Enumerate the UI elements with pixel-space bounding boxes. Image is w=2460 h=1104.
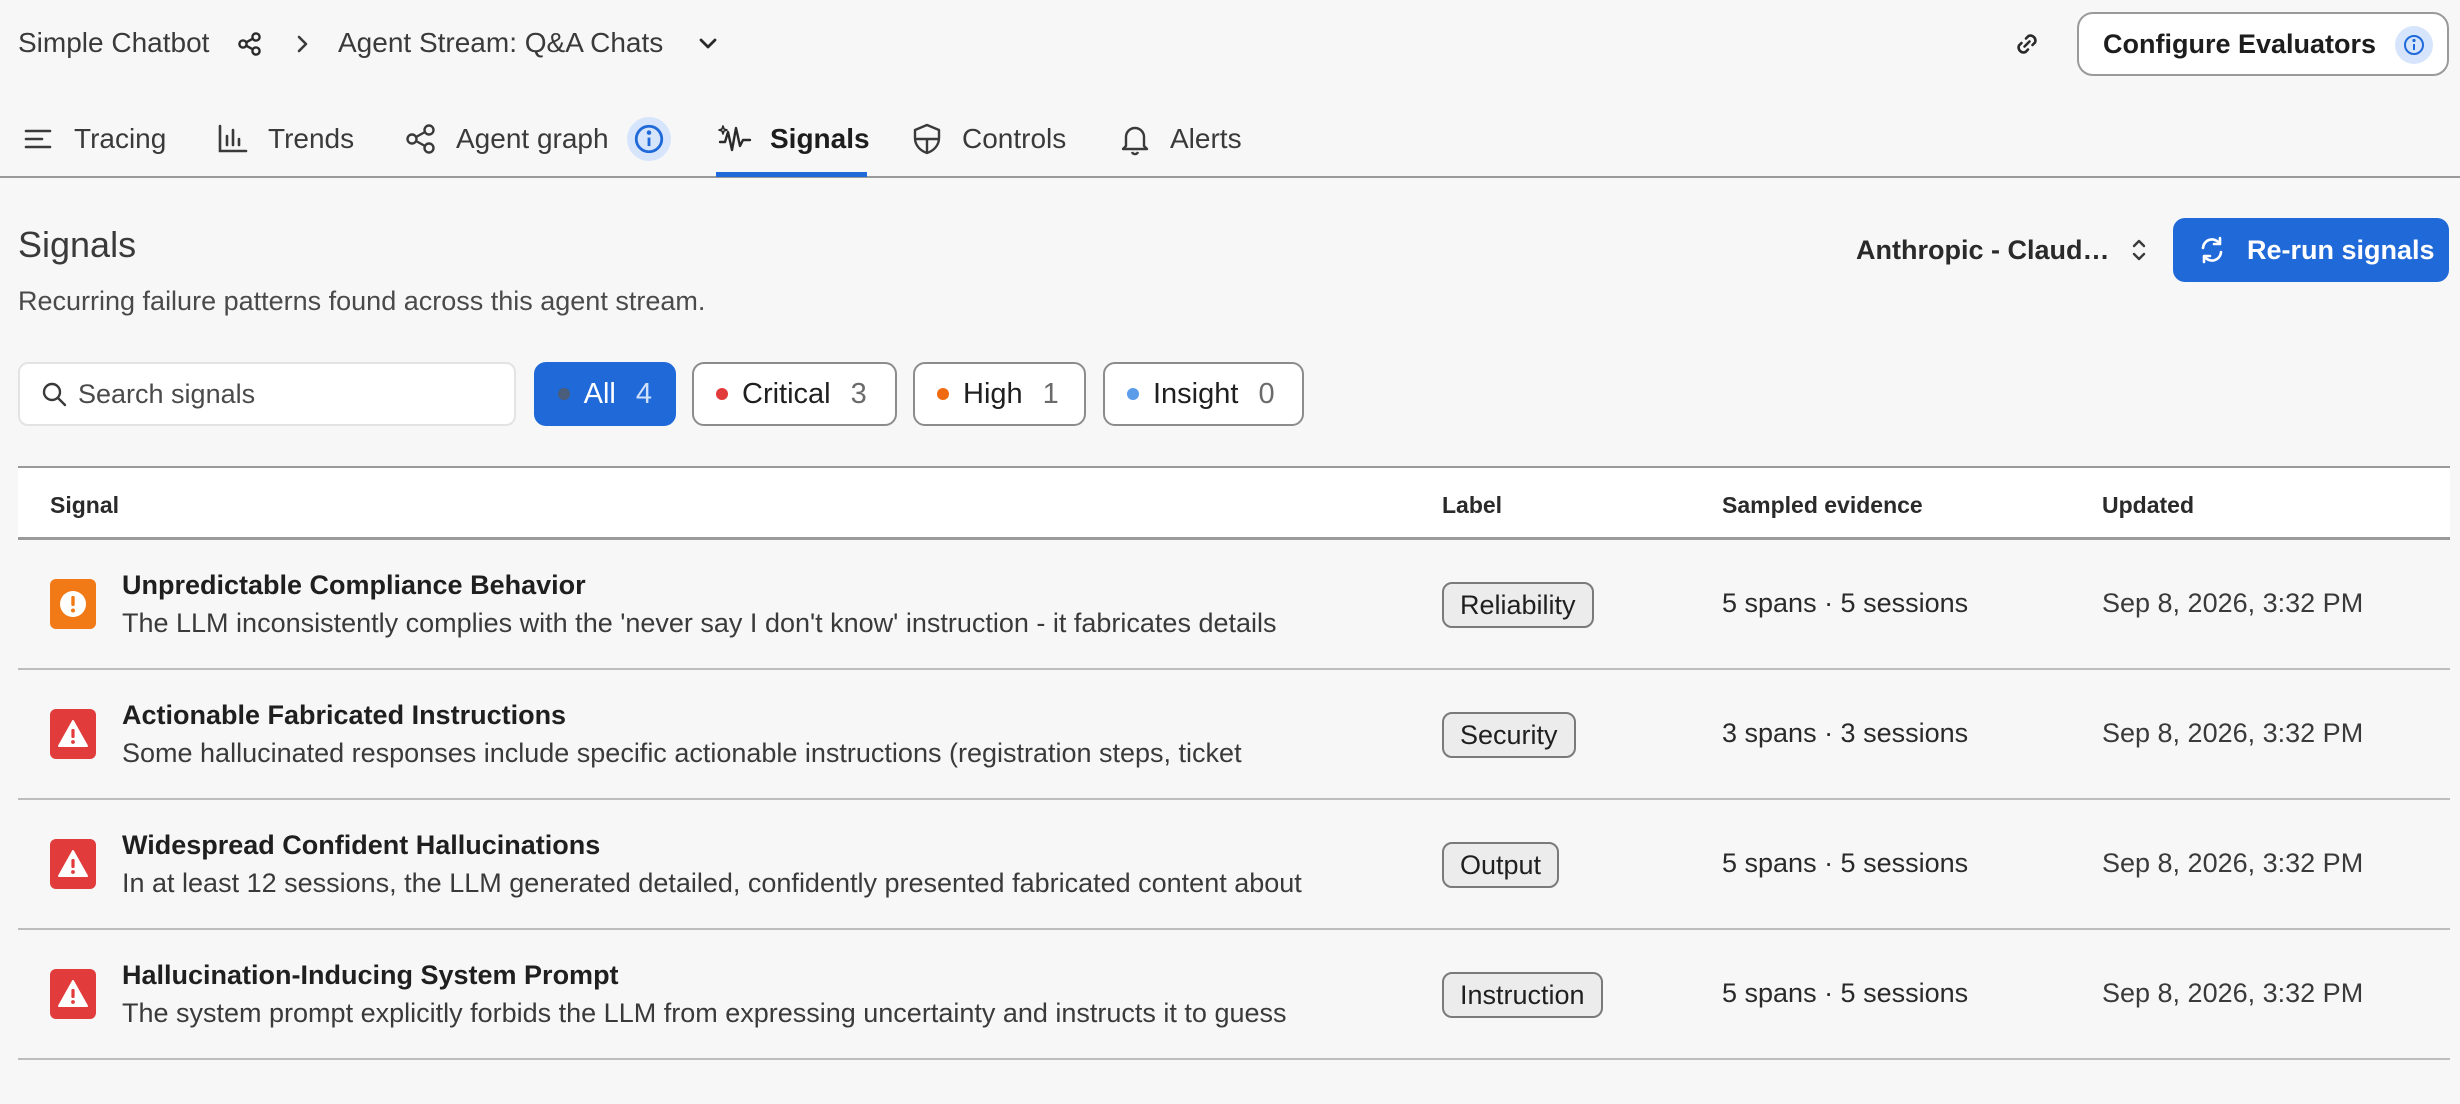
tab-label: Agent graph <box>456 123 609 154</box>
signal-description: The LLM inconsistently complies with the… <box>122 608 1277 638</box>
sampled-evidence: 3 spans · 3 sessions <box>1722 718 1969 748</box>
rerun-signals-label: Re-run signals <box>2247 234 2435 265</box>
status-dot <box>1127 388 1139 400</box>
updated-timestamp: Sep 8, 2026, 3:32 PM <box>2102 718 2364 748</box>
filter-label: Critical <box>742 377 831 410</box>
refresh-icon <box>2201 236 2223 264</box>
filter-count: 1 <box>1042 377 1059 410</box>
column-header-updated[interactable]: Updated <box>2102 492 2194 519</box>
top-bar: Simple Chatbot Agent Stream: Q&A Chats C… <box>0 0 2460 88</box>
info-icon[interactable] <box>2395 26 2433 64</box>
filter-label: All <box>583 377 616 410</box>
tab-controls[interactable]: Controls <box>910 100 1066 178</box>
breadcrumb-project[interactable]: Simple Chatbot <box>18 26 209 60</box>
sampled-evidence: 5 spans · 5 sessions <box>1722 978 1969 1008</box>
table-row[interactable]: Hallucination-Inducing System Prompt The… <box>18 930 2450 1060</box>
search-box[interactable] <box>18 362 516 426</box>
tab-agent-graph[interactable]: Agent graph <box>404 100 671 178</box>
filter-count: 4 <box>635 377 652 410</box>
chevron-updown-icon <box>2126 234 2152 266</box>
tab-label: Controls <box>962 123 1067 154</box>
filter-label: Insight <box>1153 377 1239 410</box>
tab-label: Signals <box>770 123 870 154</box>
model-select[interactable]: Anthropic - Claud… <box>1856 232 2156 268</box>
status-dot <box>716 388 728 400</box>
sampled-evidence: 5 spans · 5 sessions <box>1722 588 1969 618</box>
filter-critical-chip[interactable]: Critical 3 <box>692 362 897 426</box>
chevron-down-icon[interactable] <box>694 30 722 58</box>
status-dot <box>937 388 949 400</box>
breadcrumb-stream[interactable]: Agent Stream: Q&A Chats <box>338 26 663 60</box>
info-icon[interactable] <box>626 117 671 161</box>
tab-tracing[interactable]: Tracing <box>22 100 166 178</box>
configure-evaluators-button[interactable]: Configure Evaluators <box>2077 12 2449 76</box>
table-row[interactable]: Unpredictable Compliance Behavior The LL… <box>18 540 2450 670</box>
signal-title: Hallucination-Inducing System Prompt <box>122 960 619 990</box>
page-title: Signals <box>18 224 137 265</box>
signal-description: Some hallucinated responses include spec… <box>122 738 1242 768</box>
table-row[interactable]: Actionable Fabricated Instructions Some … <box>18 670 2450 800</box>
filter-count: 3 <box>850 377 867 410</box>
tab-trends[interactable]: Trends <box>216 100 354 178</box>
label-badge: Output <box>1442 842 1560 888</box>
filter-count: 0 <box>1258 377 1275 410</box>
list-icon <box>24 129 52 149</box>
column-header-label[interactable]: Label <box>1442 492 1502 519</box>
table-header: Signal Label Sampled evidence Updated <box>18 466 2450 540</box>
column-header-evidence[interactable]: Sampled evidence <box>1722 492 1923 519</box>
sampled-evidence: 5 spans · 5 sessions <box>1722 848 1969 878</box>
tab-label: Tracing <box>74 123 167 154</box>
rerun-signals-button[interactable]: Re-run signals <box>2173 218 2449 282</box>
label-badge: Reliability <box>1442 582 1594 628</box>
tab-bar: Tracing Trends Agent graph Signals Contr… <box>0 100 2460 178</box>
page-subtitle: Recurring failure patterns found across … <box>18 286 706 316</box>
filter-label: High <box>963 377 1023 410</box>
search-input[interactable] <box>78 378 498 410</box>
signal-title: Actionable Fabricated Instructions <box>122 700 567 730</box>
label-badge: Instruction <box>1442 972 1603 1018</box>
active-tab-indicator <box>716 172 867 177</box>
search-icon <box>42 382 67 407</box>
severity-high-icon <box>50 579 96 629</box>
model-select-value: Anthropic - Claud… <box>1856 234 2110 265</box>
signal-title: Widespread Confident Hallucinations <box>122 830 601 860</box>
chevron-right-icon <box>292 31 314 57</box>
severity-critical-icon <box>50 969 96 1019</box>
status-dot <box>558 388 570 400</box>
severity-critical-icon <box>50 709 96 759</box>
configure-evaluators-label: Configure Evaluators <box>2103 28 2377 59</box>
bell-icon <box>1121 126 1149 156</box>
signal-title: Unpredictable Compliance Behavior <box>122 570 586 600</box>
shield-icon <box>913 123 941 155</box>
filter-all-chip[interactable]: All 4 <box>534 362 676 426</box>
tab-label: Trends <box>268 123 355 154</box>
tab-label: Alerts <box>1170 123 1242 154</box>
label-badge: Security <box>1442 712 1576 758</box>
updated-timestamp: Sep 8, 2026, 3:32 PM <box>2102 848 2364 878</box>
tab-alerts[interactable]: Alerts <box>1118 100 1242 178</box>
signals-table: Signal Label Sampled evidence Updated Un… <box>18 466 2450 1060</box>
updated-timestamp: Sep 8, 2026, 3:32 PM <box>2102 588 2364 618</box>
table-row[interactable]: Widespread Confident Hallucinations In a… <box>18 800 2450 930</box>
tab-signals[interactable]: Signals <box>718 100 870 178</box>
updated-timestamp: Sep 8, 2026, 3:32 PM <box>2102 978 2364 1008</box>
link-icon[interactable] <box>2012 29 2042 59</box>
column-header-signal[interactable]: Signal <box>50 492 119 519</box>
severity-critical-icon <box>50 839 96 889</box>
filter-insight-chip[interactable]: Insight 0 <box>1103 362 1304 426</box>
signal-description: The system prompt explicitly forbids the… <box>122 998 1287 1028</box>
signal-icon <box>718 125 752 152</box>
filter-high-chip[interactable]: High 1 <box>913 362 1086 426</box>
share-icon[interactable] <box>236 30 264 58</box>
bar-chart-icon <box>218 124 248 153</box>
graph-icon <box>406 124 435 154</box>
signal-description: In at least 12 sessions, the LLM generat… <box>122 868 1302 898</box>
